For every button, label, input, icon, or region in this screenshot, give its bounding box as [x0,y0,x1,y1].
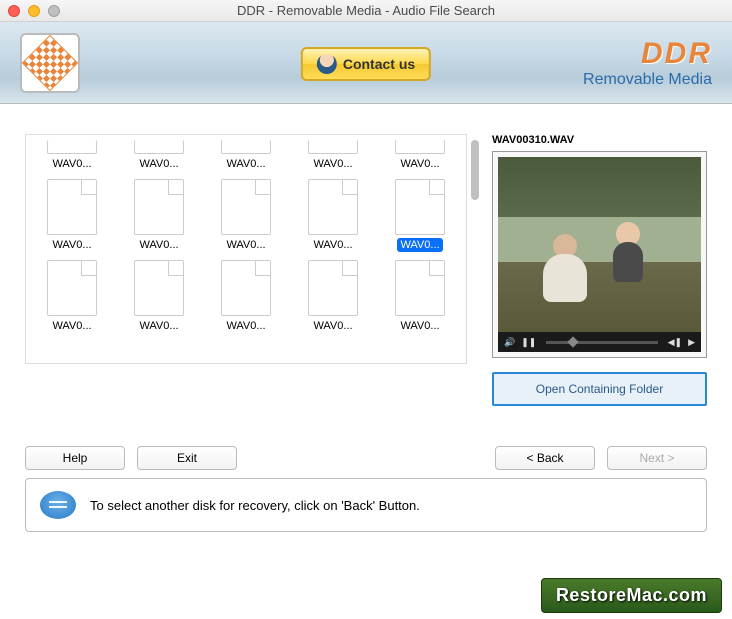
file-item[interactable]: WAV0... [384,179,456,252]
file-item[interactable]: WAV0... [210,260,282,333]
chat-icon [40,491,76,519]
play-icon[interactable]: ▶ [688,337,695,348]
file-item[interactable]: WAV0... [123,260,195,333]
next-button: Next > [607,446,707,470]
file-icon [395,140,445,154]
preview-filename: WAV00310.WAV [492,134,707,146]
main-content: WAV0... WAV0... WAV0... WAV0... WAV0... WAV0.… [0,104,732,416]
file-grid-scroll[interactable]: WAV0... WAV0... WAV0... WAV0... WAV0... WAV0.… [25,134,467,364]
preview-box: 🔊 ❚❚ ◀❚ ▶ [492,151,707,358]
bottom-area: Help Exit < Back Next > To select anothe… [0,416,732,542]
file-icon [308,140,358,154]
back-button[interactable]: < Back [495,446,595,470]
file-label: WAV0... [223,157,268,171]
exit-button[interactable]: Exit [137,446,237,470]
file-icon [47,179,97,235]
file-item[interactable]: WAV0... [210,179,282,252]
file-item[interactable]: WAV0... [297,179,369,252]
file-label: WAV0... [136,238,181,252]
preview-panel: WAV00310.WAV 🔊 ❚❚ ◀❚ ▶ Open Containing F… [492,134,707,406]
file-item[interactable]: WAV0... [36,140,108,171]
file-label: WAV0... [310,157,355,171]
file-icon [221,260,271,316]
button-row: Help Exit < Back Next > [25,446,707,470]
file-label: WAV0... [136,319,181,333]
seek-slider[interactable] [546,341,657,344]
file-label: WAV0... [223,319,268,333]
pause-icon[interactable]: ❚❚ [521,337,536,348]
app-logo [20,33,80,93]
file-label: WAV0... [136,157,181,171]
file-item[interactable]: WAV0... [384,140,456,171]
contact-label: Contact us [343,56,415,72]
file-label: WAV0... [49,157,94,171]
header-banner: Contact us DDR Removable Media [0,22,732,104]
file-item[interactable]: WAV0... [36,260,108,333]
file-icon [47,140,97,154]
file-item[interactable]: WAV0... [36,179,108,252]
file-label: WAV0... [223,238,268,252]
prev-icon[interactable]: ◀❚ [668,337,682,348]
file-label: WAV0... [310,319,355,333]
file-item[interactable]: WAV0... [297,140,369,171]
file-icon [221,140,271,154]
file-icon [308,260,358,316]
file-item[interactable]: WAV0... [123,179,195,252]
brand-subtitle: Removable Media [583,71,712,89]
file-icon [134,260,184,316]
mute-icon[interactable]: 🔊 [504,337,515,348]
watermark: RestoreMac.com [541,578,722,613]
file-label: WAV0... [49,319,94,333]
brand: DDR Removable Media [583,37,712,89]
titlebar: DDR - Removable Media - Audio File Searc… [0,0,732,22]
contact-us-button[interactable]: Contact us [301,47,431,81]
file-icon [134,140,184,154]
person-icon [317,54,337,74]
file-icon [134,179,184,235]
window-title: DDR - Removable Media - Audio File Searc… [0,3,732,18]
file-item[interactable]: WAV0... [210,140,282,171]
file-label: WAV0... [397,157,442,171]
file-label: WAV0... [49,238,94,252]
hint-box: To select another disk for recovery, cli… [25,478,707,532]
hint-text: To select another disk for recovery, cli… [90,498,420,513]
preview-image [498,157,701,332]
file-label: WAV0... [397,319,442,333]
open-containing-folder-button[interactable]: Open Containing Folder [492,372,707,406]
file-label: WAV0... [397,238,442,252]
file-item[interactable]: WAV0... [123,140,195,171]
file-icon [47,260,97,316]
file-item[interactable]: WAV0... [384,260,456,333]
file-icon [395,179,445,235]
file-item[interactable]: WAV0... [297,260,369,333]
scrollbar[interactable] [471,140,479,200]
file-label: WAV0... [310,238,355,252]
file-grid-container: WAV0... WAV0... WAV0... WAV0... WAV0... WAV0.… [25,134,467,406]
help-button[interactable]: Help [25,446,125,470]
brand-title: DDR [583,37,712,71]
file-icon [395,260,445,316]
file-icon [221,179,271,235]
file-icon [308,179,358,235]
media-controls: 🔊 ❚❚ ◀❚ ▶ [498,332,701,352]
